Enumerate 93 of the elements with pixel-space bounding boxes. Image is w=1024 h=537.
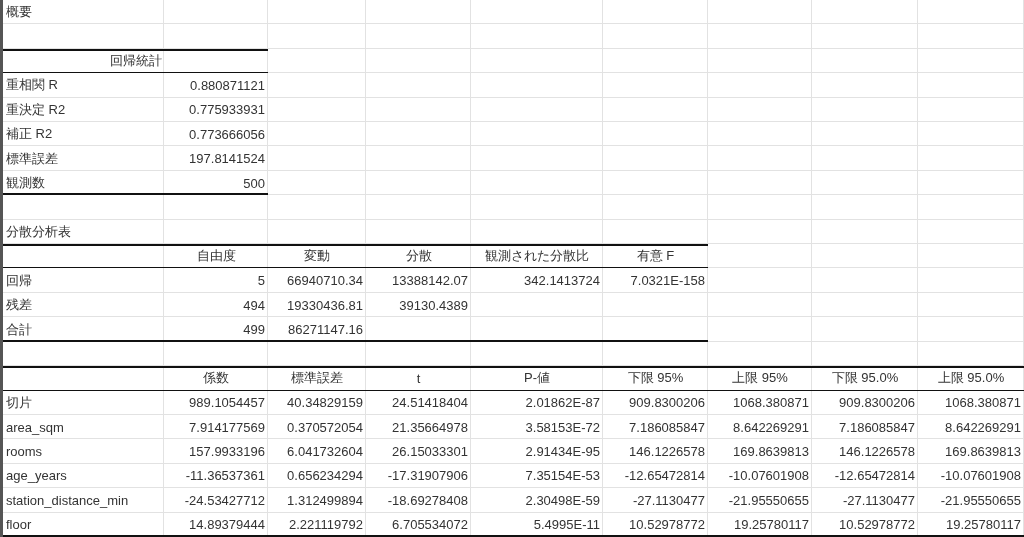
table-cell-text: 14.89379444 [188,516,266,535]
table-cell-text: -12.65472814 [833,467,916,486]
table-cell-text: 197.8141524 [188,150,266,169]
table-cell-text: -10.07601908 [727,467,810,486]
column-header: 有意 F [635,247,676,266]
table-cell-text: 26.15033301 [391,443,469,462]
table-cell-text: 13388142.07 [391,272,469,291]
table-cell-text: 19330436.81 [286,296,364,315]
table-cell-text: 10.52978772 [628,516,706,535]
column-header: 上限 95.0% [936,369,1006,388]
column-header: 観測された分散比 [484,247,590,266]
table-cell-text: 169.8639813 [732,443,810,462]
table-cell-text: 6.705534072 [391,516,469,535]
table-cell-text: 19.25780117 [945,516,1022,535]
table-cell-text: 169.8639813 [944,443,1022,462]
row-label: 回帰 [5,271,33,290]
table-cell-text: 1068.380871 [732,394,810,413]
table-header: 回帰統計 [108,52,163,70]
table-cell-text: 39130.4389 [398,296,469,315]
table-cell-text: -21.95550655 [939,491,1022,510]
table-cell-text: 146.1226578 [838,443,916,462]
table-cell-text: -27.1130477 [631,491,706,510]
table-cell-text: 6.041732604 [286,443,364,462]
table-cell-text: 499 [242,321,266,339]
column-header: 上限 95% [731,369,789,388]
table-cell-text: 0.880871121 [189,76,266,95]
table-cell-text: -12.65472814 [623,467,706,486]
table-cell-text: 8.642269291 [732,418,810,437]
table-cell-text: -24.53427712 [183,491,266,510]
table-cell-text: 8.642269291 [944,418,1022,437]
table-cell-text: 2.221119792 [288,516,364,535]
row-label: 標準誤差 [5,149,59,168]
table-cell-text: 7.0321E-158 [629,272,706,291]
table-cell-text: 989.1054457 [188,394,266,413]
table-cell-text: 7.186085847 [838,418,916,437]
column-header: 下限 95.0% [830,369,900,388]
row-label: 補正 R2 [5,125,54,144]
column-header: 変動 [303,247,331,266]
table-cell-text: -10.07601908 [939,467,1022,486]
row-label: rooms [5,443,44,462]
table-cell-text: 40.34829159 [286,394,364,413]
column-header: t [415,369,422,388]
table-cell-text: 86271147.16 [287,321,364,339]
table-cell-text: 3.58153E-72 [524,418,601,437]
table-cell-text: 146.1226578 [628,443,706,462]
table-cell-text: 0.775933931 [188,101,266,120]
table-cell-text: 7.35154E-53 [524,467,601,486]
table-cell-text: 2.30498E-59 [524,491,601,510]
table-cell-text: 1.312499894 [286,491,364,510]
section-title: 概要 [5,3,33,22]
table-cell-text: 10.52978772 [838,516,916,535]
table-cell-text: 21.35664978 [391,418,469,437]
table-cell-text: -17.31907906 [386,467,469,486]
row-label: 合計 [5,320,33,339]
row-label: 重相関 R [5,76,59,95]
table-cell-text: 342.1413724 [523,272,601,291]
table-cell-text: -11.36537361 [184,467,266,486]
table-cell-text: 0.773666056 [188,125,266,144]
row-label: area_sqm [5,418,65,437]
row-label: station_distance_min [5,491,130,510]
table-cell-text: 0.656234294 [286,467,364,486]
table-cell-text: 19.25780117 [733,516,810,535]
table-cell-text: 909.8300206 [838,394,916,413]
row-label: age_years [5,467,68,486]
row-label: 重決定 R2 [5,100,67,119]
column-header: P-値 [523,369,551,388]
table-cell-text: 7.186085847 [628,418,706,437]
column-header: 標準誤差 [290,369,344,388]
table-cell-text: 1068.380871 [944,394,1022,413]
row-label: 観測数 [5,174,46,193]
table-cell-text: 2.01862E-87 [524,394,601,413]
row-label: floor [5,516,33,535]
table-cell-text: -27.1130477 [841,491,916,510]
column-header: 自由度 [195,247,237,266]
table-cell-text: 2.91434E-95 [524,443,601,462]
table-cell-text: 5.4995E-11 [532,516,601,535]
table-cell-text: -18.69278408 [386,491,469,510]
column-header: 分散 [404,247,433,266]
row-label: 切片 [5,393,33,412]
table-cell-text: 909.8300206 [628,394,706,413]
table-cell-text: 494 [242,296,266,315]
table-cell-text: 5 [256,272,266,291]
table-cell-text: 24.51418404 [391,394,469,413]
column-header: 係数 [202,369,230,388]
table-cell-text: 66940710.34 [286,272,364,291]
table-cell-text: 500 [242,174,266,193]
table-cell-text: -21.95550655 [727,491,810,510]
table-cell-text: 7.914177569 [188,418,266,437]
section-title: 分散分析表 [5,222,72,241]
table-cell-text: 157.9933196 [188,443,266,462]
column-header: 下限 95% [626,369,685,388]
table-cell-text: 0.370572054 [286,418,364,437]
row-label: 残差 [5,296,33,315]
